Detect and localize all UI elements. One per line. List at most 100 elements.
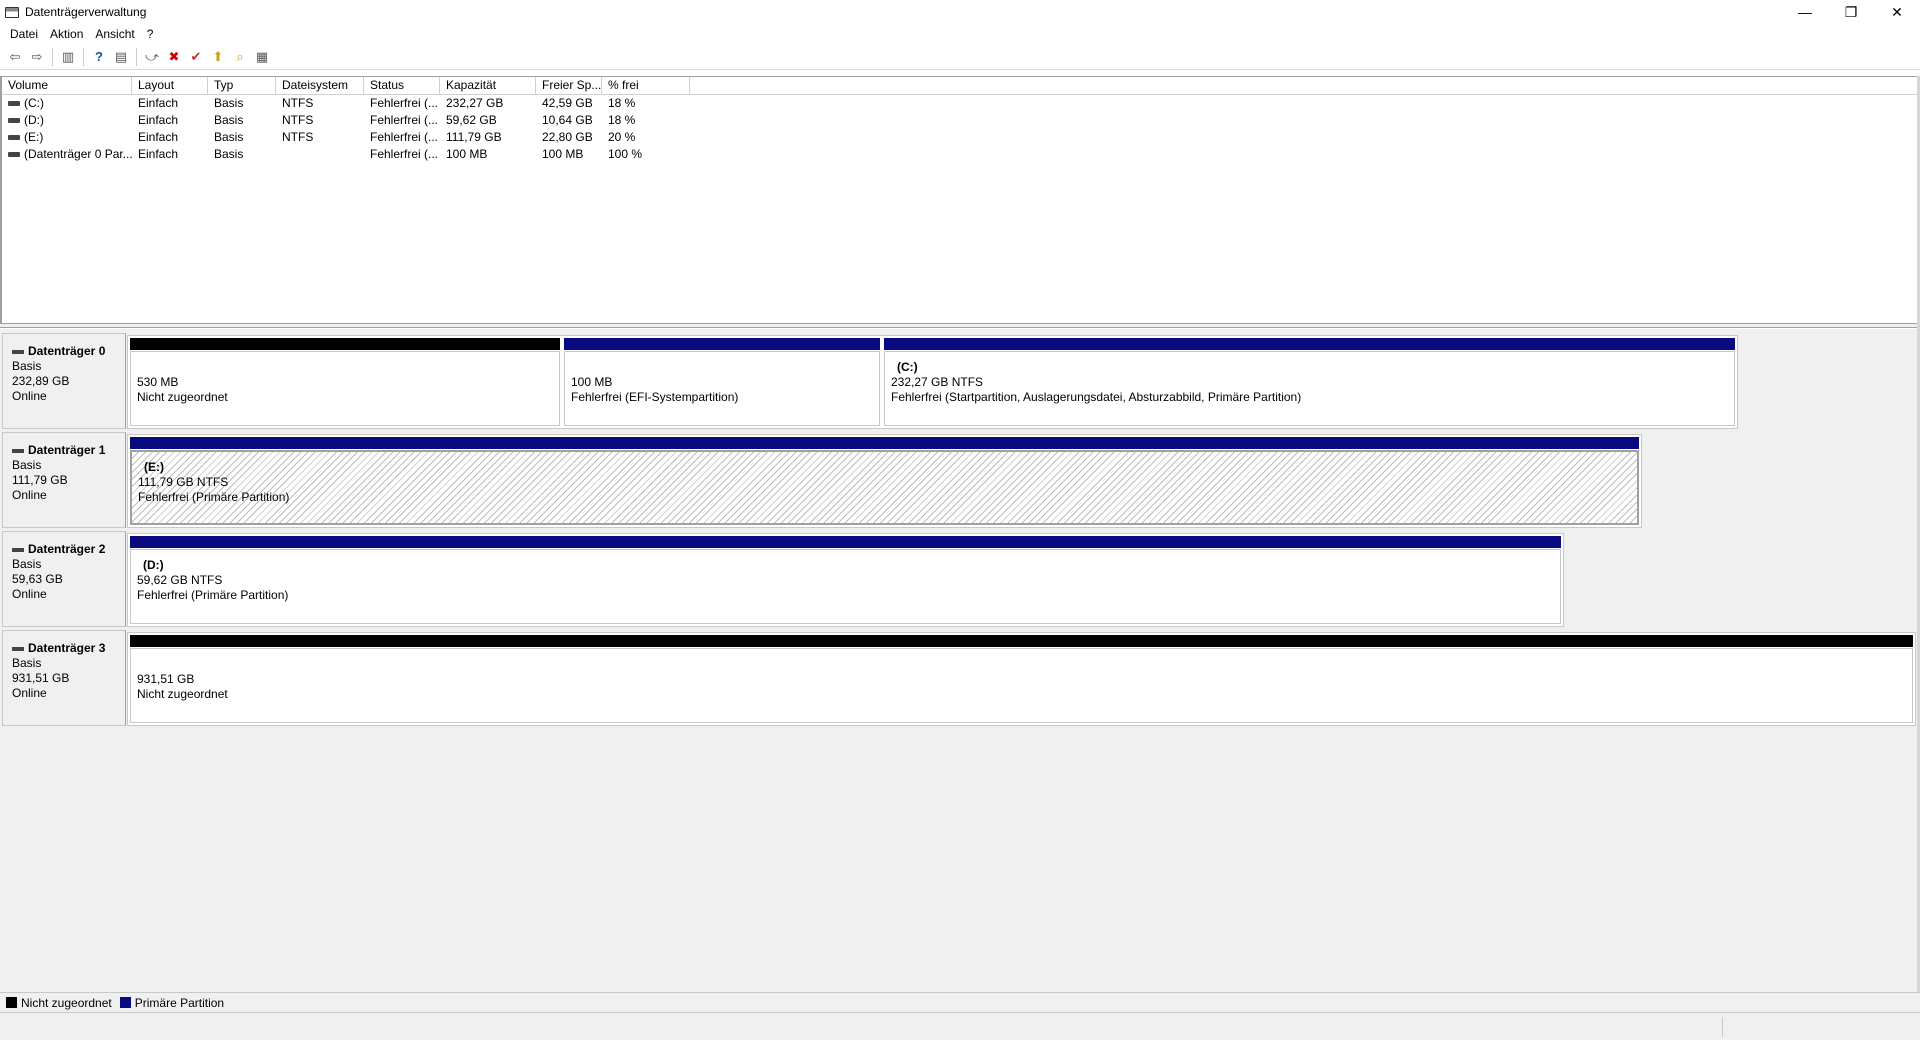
disk-name: Datenträger 2: [12, 542, 125, 557]
volume-name: (Datenträger 0 Par...: [24, 147, 132, 161]
partition-d[interactable]: (D:) 59,62 GB NTFS Fehlerfrei (Primäre P…: [128, 534, 1563, 626]
legend-label-primary: Primäre Partition: [134, 995, 225, 1010]
connect-icon[interactable]: ⤻: [141, 46, 163, 68]
disk-3-partitions: 931,51 GB Nicht zugeordnet: [127, 632, 1916, 726]
properties-icon[interactable]: ▤: [110, 46, 132, 68]
partition-size: 232,27 GB NTFS: [891, 375, 984, 389]
show-hide-console-tree-icon[interactable]: ▥: [57, 46, 79, 68]
volume-name: (C:): [24, 96, 44, 110]
filesystem-cell: NTFS: [282, 130, 314, 144]
close-button[interactable]: ✕: [1874, 0, 1920, 24]
layout-cell: Einfach: [138, 113, 179, 127]
partition-title: (C:): [897, 360, 918, 374]
search-folder-icon[interactable]: ⌕: [229, 46, 251, 68]
capacity-cell: 100 MB: [446, 147, 488, 161]
capacity-cell: 232,27 GB: [446, 96, 504, 110]
help-icon[interactable]: ?: [88, 46, 110, 68]
disk-name-text: Datenträger 1: [28, 443, 106, 457]
column-typ[interactable]: Typ: [208, 77, 276, 94]
column-volume[interactable]: Volume: [2, 77, 132, 94]
delete-icon[interactable]: ✖: [163, 46, 185, 68]
disk-graphical-view: Datenträger 0 Basis 232,89 GB Online 530…: [0, 329, 1920, 1010]
column-status[interactable]: Status: [364, 77, 440, 94]
volume-row-e[interactable]: (E:) Einfach Basis NTFS Fehlerfrei (... …: [2, 129, 1919, 146]
status-cell: Fehlerfrei (...: [370, 130, 439, 144]
filesystem-cell: NTFS: [282, 113, 314, 127]
disk-0-label[interactable]: Datenträger 0 Basis 232,89 GB Online: [2, 333, 126, 429]
checkmark-icon[interactable]: ✔: [185, 46, 207, 68]
minimize-button[interactable]: —: [1782, 0, 1828, 24]
partition-size: 931,51 GB: [137, 672, 195, 686]
column-prozent-frei[interactable]: % frei: [602, 77, 690, 94]
window-controls: — ❐ ✕: [1782, 0, 1920, 24]
legend: Nicht zugeordnet Primäre Partition: [0, 992, 1920, 1012]
status-bar: [0, 1012, 1920, 1040]
disk-state: Online: [12, 389, 47, 403]
partition-unallocated[interactable]: 530 MB Nicht zugeordnet: [128, 336, 562, 428]
column-layout[interactable]: Layout: [132, 77, 208, 94]
volume-list: Volume Layout Typ Dateisystem Status Kap…: [0, 76, 1920, 324]
column-freier-speicher[interactable]: Freier Sp...: [536, 77, 602, 94]
legend-swatch-unallocated: [6, 997, 17, 1008]
partition-status: Fehlerfrei (Primäre Partition): [138, 490, 290, 504]
partition-c[interactable]: (C:) 232,27 GB NTFS Fehlerfrei (Startpar…: [882, 336, 1737, 428]
filesystem-cell: NTFS: [282, 96, 314, 110]
disk-name-text: Datenträger 3: [28, 641, 106, 655]
restore-button[interactable]: ❐: [1828, 0, 1874, 24]
partition-size: 59,62 GB NTFS: [137, 573, 223, 587]
volume-row-c[interactable]: (C:) Einfach Basis NTFS Fehlerfrei (... …: [2, 95, 1919, 112]
disk-2-label[interactable]: Datenträger 2 Basis 59,63 GB Online: [2, 531, 126, 627]
partition-type-bar: [130, 536, 1561, 548]
disk-name: Datenträger 1: [12, 443, 125, 458]
status-pane: [1722, 1017, 1920, 1037]
partition-e[interactable]: (E:) 111,79 GB NTFS Fehlerfrei (Primäre …: [128, 435, 1641, 527]
forward-arrow-icon[interactable]: ⇨: [26, 46, 48, 68]
volume-name-cell: (C:): [2, 95, 132, 112]
volume-icon: [8, 118, 20, 124]
pane-splitter[interactable]: [0, 324, 1920, 328]
disk-icon: [12, 349, 24, 354]
back-arrow-icon[interactable]: ⇦: [4, 46, 26, 68]
disk-2-row: Datenträger 2 Basis 59,63 GB Online (D:)…: [2, 531, 1564, 627]
disk-3-label[interactable]: Datenträger 3 Basis 931,51 GB Online: [2, 630, 126, 726]
partition-type-bar: [564, 338, 880, 350]
type-cell: Basis: [214, 130, 244, 144]
disk-icon: [12, 646, 24, 651]
partition-status: Nicht zugeordnet: [137, 390, 228, 404]
column-dateisystem[interactable]: Dateisystem: [276, 77, 364, 94]
volume-name-cell: (D:): [2, 112, 132, 129]
volume-row-efi[interactable]: (Datenträger 0 Par... Einfach Basis Fehl…: [2, 146, 1919, 163]
disk-state: Online: [12, 488, 47, 502]
disk-state: Online: [12, 587, 47, 601]
partition-efi[interactable]: 100 MB Fehlerfrei (EFI-Systempartition): [562, 336, 882, 428]
column-kapazitaet[interactable]: Kapazität: [440, 77, 536, 94]
free-space-cell: 10,64 GB: [542, 113, 593, 127]
disk-size: 232,89 GB: [12, 374, 70, 388]
partition-size: 100 MB: [571, 375, 613, 389]
volume-row-d[interactable]: (D:) Einfach Basis NTFS Fehlerfrei (... …: [2, 112, 1919, 129]
toolbar-separator: [52, 47, 53, 66]
partition-status: Fehlerfrei (Primäre Partition): [137, 588, 289, 602]
disk-type: Basis: [12, 656, 42, 670]
partition-body: 931,51 GB Nicht zugeordnet: [130, 648, 1913, 723]
layout-cell: Einfach: [138, 130, 179, 144]
partition-status: Fehlerfrei (EFI-Systempartition): [571, 390, 739, 404]
type-cell: Basis: [214, 96, 244, 110]
menu-aktion[interactable]: Aktion: [44, 27, 89, 41]
type-cell: Basis: [214, 113, 244, 127]
partition-unallocated[interactable]: 931,51 GB Nicht zugeordnet: [128, 633, 1915, 725]
menu-help[interactable]: ?: [141, 27, 160, 41]
status-cell: Fehlerfrei (...: [370, 147, 439, 161]
menu-ansicht[interactable]: Ansicht: [89, 27, 140, 41]
toolbar: ⇦ ⇨ ▥ ? ▤ ⤻ ✖ ✔ ⬆ ⌕ ▦: [0, 44, 1920, 70]
layout-cell: Einfach: [138, 147, 179, 161]
type-cell: Basis: [214, 147, 244, 161]
folder-up-icon[interactable]: ⬆: [207, 46, 229, 68]
partition-size: 530 MB: [137, 375, 179, 389]
disk-state: Online: [12, 686, 47, 700]
view-list-icon[interactable]: ▦: [251, 46, 273, 68]
disk-management-app-icon: [5, 6, 19, 18]
disk-1-label[interactable]: Datenträger 1 Basis 111,79 GB Online: [2, 432, 126, 528]
volume-list-header: Volume Layout Typ Dateisystem Status Kap…: [2, 77, 1919, 95]
menu-datei[interactable]: Datei: [4, 27, 44, 41]
